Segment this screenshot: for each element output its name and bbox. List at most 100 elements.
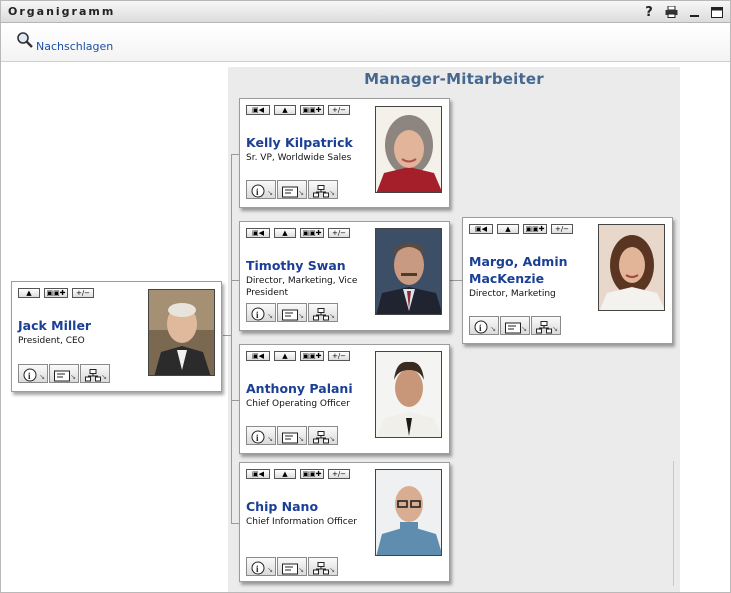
info-button[interactable]: i ↘ xyxy=(246,426,276,445)
expand-button[interactable]: ▣▣✚ xyxy=(300,228,324,238)
orgchart-icon xyxy=(313,429,329,448)
vcard-button[interactable]: ↘ xyxy=(277,303,307,322)
orgchart-button[interactable]: ↘ xyxy=(531,316,561,335)
info-button[interactable]: i ↘ xyxy=(18,364,48,383)
magnifier-icon xyxy=(16,31,34,53)
connector xyxy=(231,154,232,524)
back-button[interactable]: ▣◀ xyxy=(246,228,270,238)
vcard-button[interactable]: ↘ xyxy=(277,426,307,445)
orgchart-icon xyxy=(313,306,329,325)
connector xyxy=(231,523,239,524)
orgchart-button[interactable]: ↘ xyxy=(308,303,338,322)
person-card-report: ▣◀ ▲ ▣▣✚ +/− Kelly Kilpatrick Sr. VP, Wo… xyxy=(239,98,450,208)
vcard-icon xyxy=(282,560,298,579)
lookup-button[interactable]: Nachschlagen xyxy=(16,30,113,53)
orgchart-icon xyxy=(313,183,329,202)
person-title: Chief Operating Officer xyxy=(246,399,350,409)
info-icon: i xyxy=(474,319,488,338)
help-icon[interactable]: ? xyxy=(641,4,657,20)
toggle-button[interactable]: +/− xyxy=(328,228,350,238)
toggle-button[interactable]: +/− xyxy=(328,105,350,115)
card-actions: i ↘ ↘ ↘ xyxy=(18,364,110,383)
person-name[interactable]: Margo, Admin MacKenzie xyxy=(469,253,584,287)
print-icon[interactable] xyxy=(663,4,679,20)
up-button[interactable]: ▲ xyxy=(274,105,296,115)
vcard-button[interactable]: ↘ xyxy=(49,364,79,383)
orgchart-button[interactable]: ↘ xyxy=(308,180,338,199)
person-photo xyxy=(375,351,442,438)
info-button[interactable]: i ↘ xyxy=(469,316,499,335)
up-button[interactable]: ▲ xyxy=(497,224,519,234)
toolbar: Nachschlagen xyxy=(1,24,730,62)
person-photo xyxy=(148,289,215,376)
up-button[interactable]: ▲ xyxy=(274,228,296,238)
expand-button[interactable]: ▣▣✚ xyxy=(300,105,324,115)
toggle-button[interactable]: +/− xyxy=(551,224,573,234)
card-actions: i ↘ ↘ ↘ xyxy=(246,426,338,445)
vcard-button[interactable]: ↘ xyxy=(277,180,307,199)
person-title: Sr. VP, Worldwide Sales xyxy=(246,153,352,163)
person-card-report: ▣◀ ▲ ▣▣✚ +/− Timothy Swan Director, Mark… xyxy=(239,221,450,331)
card-nav: ▣◀ ▲ ▣▣✚ +/− xyxy=(246,351,350,361)
person-card-report: ▣◀ ▲ ▣▣✚ +/− Chip Nano Chief Information… xyxy=(239,462,450,582)
window-title: Organigramm xyxy=(8,5,116,18)
card-actions: i ↘ ↘ ↘ xyxy=(246,303,338,322)
person-name[interactable]: Kelly Kilpatrick xyxy=(246,134,353,151)
person-name[interactable]: Chip Nano xyxy=(246,498,318,515)
expand-button[interactable]: ▣▣✚ xyxy=(300,351,324,361)
expand-button[interactable]: ▣▣✚ xyxy=(44,288,68,298)
organigramm-window: Organigramm ? Nachschlagen Manager-Mitar… xyxy=(0,0,731,593)
person-name[interactable]: Timothy Swan xyxy=(246,257,346,274)
up-button[interactable]: ▲ xyxy=(18,288,40,298)
vcard-icon xyxy=(282,183,298,202)
expand-button[interactable]: ▣▣✚ xyxy=(523,224,547,234)
title-bar: Organigramm ? xyxy=(1,1,730,23)
connector xyxy=(450,280,462,281)
toggle-button[interactable]: +/− xyxy=(72,288,94,298)
person-photo xyxy=(375,106,442,193)
back-button[interactable]: ▣◀ xyxy=(469,224,493,234)
connector xyxy=(231,400,239,401)
info-icon: i xyxy=(251,183,265,202)
expand-button[interactable]: ▣▣✚ xyxy=(300,469,324,479)
toggle-button[interactable]: +/− xyxy=(328,351,350,361)
info-button[interactable]: i ↘ xyxy=(246,557,276,576)
person-card-subreport: ▣◀ ▲ ▣▣✚ +/− Margo, Admin MacKenzie Dire… xyxy=(462,217,673,344)
info-button[interactable]: i ↘ xyxy=(246,180,276,199)
maximize-icon[interactable] xyxy=(709,4,725,20)
info-icon: i xyxy=(251,429,265,448)
orgchart-icon xyxy=(313,560,329,579)
up-button[interactable]: ▲ xyxy=(274,469,296,479)
vcard-button[interactable]: ↘ xyxy=(277,557,307,576)
info-icon: i xyxy=(251,306,265,325)
person-photo xyxy=(375,469,442,556)
orgchart-button[interactable]: ↘ xyxy=(80,364,110,383)
person-title: Director, Marketing, Vice President xyxy=(246,276,358,298)
orgchart-button[interactable]: ↘ xyxy=(308,426,338,445)
minimize-icon[interactable] xyxy=(686,4,702,20)
vcard-button[interactable]: ↘ xyxy=(500,316,530,335)
connector xyxy=(231,154,239,155)
scroll-edge xyxy=(673,461,674,586)
back-button[interactable]: ▣◀ xyxy=(246,351,270,361)
info-icon: i xyxy=(23,367,37,386)
info-icon: i xyxy=(251,560,265,579)
person-title: Chief Information Officer xyxy=(246,517,357,527)
orgchart-button[interactable]: ↘ xyxy=(308,557,338,576)
card-actions: i ↘ ↘ ↘ xyxy=(246,557,338,576)
orgchart-icon xyxy=(536,319,552,338)
card-nav: ▣◀ ▲ ▣▣✚ +/− xyxy=(469,224,573,234)
person-name[interactable]: Jack Miller xyxy=(18,317,91,334)
panel-title: Manager-Mitarbeiter xyxy=(364,70,544,88)
card-nav: ▣◀ ▲ ▣▣✚ +/− xyxy=(246,228,350,238)
person-title: President, CEO xyxy=(18,336,85,346)
up-button[interactable]: ▲ xyxy=(274,351,296,361)
person-card-root: ▲ ▣▣✚ +/− Jack Miller President, CEO i ↘ … xyxy=(11,281,222,392)
back-button[interactable]: ▣◀ xyxy=(246,469,270,479)
toggle-button[interactable]: +/− xyxy=(328,469,350,479)
back-button[interactable]: ▣◀ xyxy=(246,105,270,115)
connector xyxy=(231,280,239,281)
orgchart-icon xyxy=(85,367,101,386)
person-name[interactable]: Anthony Palani xyxy=(246,380,353,397)
info-button[interactable]: i ↘ xyxy=(246,303,276,322)
